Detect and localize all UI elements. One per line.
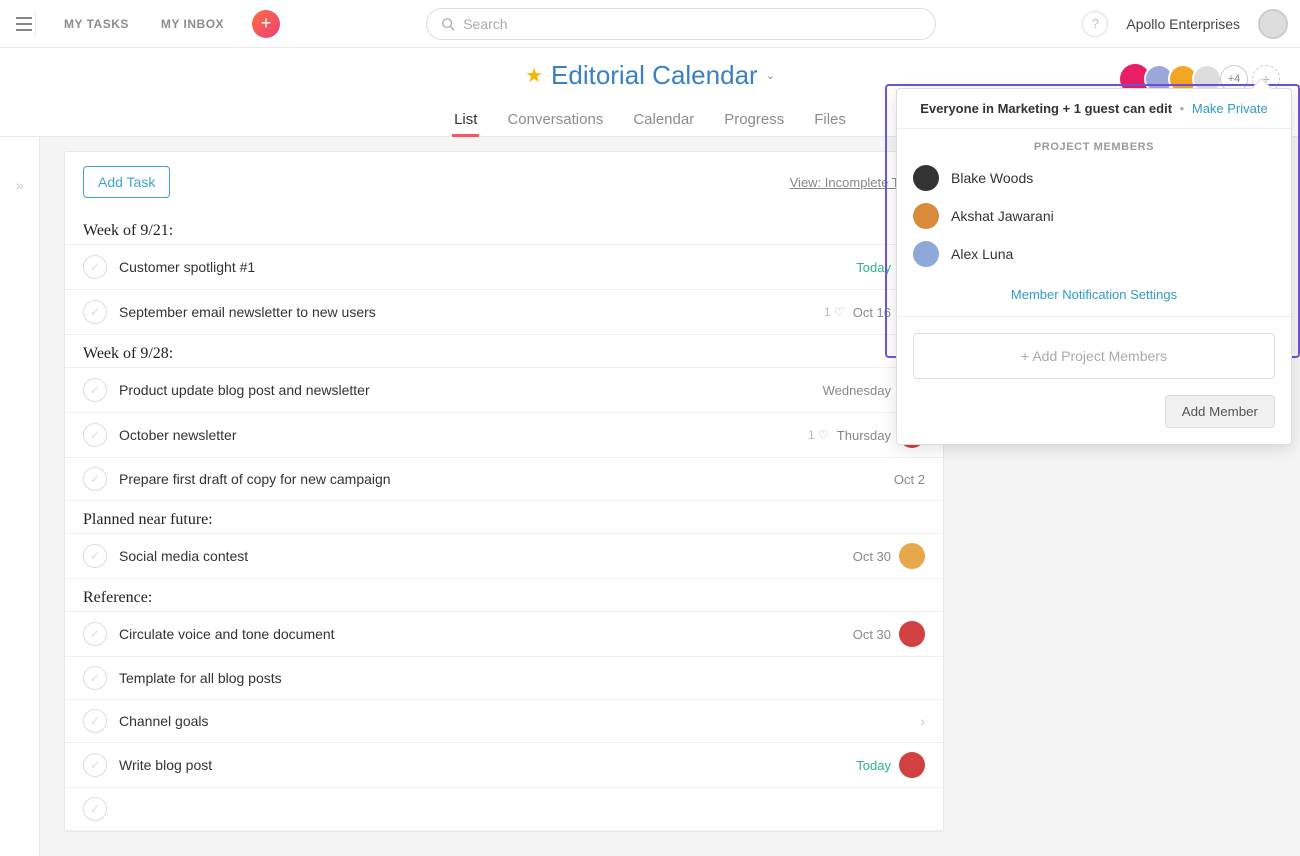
star-icon[interactable]: ★	[525, 63, 543, 88]
section-header[interactable]: Week of 9/28:	[65, 335, 943, 368]
add-task-button[interactable]: Add Task	[83, 166, 170, 198]
task-row[interactable]: ✓ Template for all blog posts	[65, 657, 943, 700]
complete-checkbox[interactable]: ✓	[83, 255, 107, 279]
due-date: Wednesday	[823, 383, 891, 398]
sidebar-collapsed[interactable]: »	[0, 137, 40, 856]
task-row[interactable]: ✓ Social media contest Oct 30	[65, 534, 943, 579]
member-name: Alex Luna	[951, 246, 1013, 262]
task-row[interactable]: ✓ Prepare first draft of copy for new cam…	[65, 458, 943, 501]
quick-add-button[interactable]: +	[252, 10, 280, 38]
task-meta: Today	[856, 752, 925, 778]
task-row[interactable]: ✓ Circulate voice and tone document Oct 30	[65, 612, 943, 657]
add-member-button[interactable]: Add Member	[1165, 395, 1275, 428]
project-title[interactable]: Editorial Calendar	[551, 60, 758, 91]
member-name: Blake Woods	[951, 170, 1033, 186]
add-members-input[interactable]: + Add Project Members	[913, 333, 1275, 379]
task-title: Prepare first draft of copy for new camp…	[119, 471, 882, 487]
task-row[interactable]: ✓ Write blog post Today	[65, 743, 943, 788]
due-date: Thursday	[837, 428, 891, 443]
task-title: Template for all blog posts	[119, 670, 913, 686]
task-meta: Oct 30	[853, 543, 925, 569]
task-title: Write blog post	[119, 757, 844, 773]
tab-list[interactable]: List	[452, 103, 479, 136]
tab-progress[interactable]: Progress	[722, 103, 786, 136]
popover-header: Everyone in Marketing + 1 guest can edit…	[897, 89, 1291, 129]
task-row[interactable]: ✓ Customer spotlight #1 Today	[65, 245, 943, 290]
expand-icon[interactable]: »	[16, 177, 24, 193]
chevron-down-icon[interactable]: ⌄	[766, 69, 775, 82]
workspace-name[interactable]: Apollo Enterprises	[1126, 16, 1240, 32]
user-avatar[interactable]	[1258, 9, 1288, 39]
member-name: Akshat Jawarani	[951, 208, 1054, 224]
member-avatar	[913, 241, 939, 267]
search-input[interactable]: Search	[426, 8, 936, 40]
nav-my-tasks[interactable]: MY TASKS	[52, 17, 141, 31]
due-date: Today	[856, 758, 891, 773]
task-title: September email newsletter to new users	[119, 304, 812, 320]
task-row[interactable]: ✓ Product update blog post and newsletter…	[65, 368, 943, 413]
search-icon	[441, 17, 455, 31]
complete-checkbox[interactable]: ✓	[83, 300, 107, 324]
complete-checkbox[interactable]: ✓	[83, 709, 107, 733]
due-date: Oct 30	[853, 549, 891, 564]
complete-checkbox[interactable]: ✓	[83, 753, 107, 777]
task-title: October newsletter	[119, 427, 796, 443]
member-list[interactable]: Blake WoodsAkshat JawaraniAlex LunaJessi…	[897, 159, 1291, 279]
complete-checkbox[interactable]: ✓	[83, 423, 107, 447]
assignee-avatar[interactable]	[899, 752, 925, 778]
member-row[interactable]: Akshat Jawarani	[913, 197, 1275, 235]
search-placeholder: Search	[463, 16, 507, 32]
member-avatar	[913, 165, 939, 191]
topbar: MY TASKS MY INBOX + Search ? Apollo Ente…	[0, 0, 1300, 48]
nav-my-inbox[interactable]: MY INBOX	[149, 17, 236, 31]
due-date: Oct 2	[894, 472, 925, 487]
task-title: Social media contest	[119, 548, 841, 564]
complete-checkbox[interactable]: ✓	[83, 544, 107, 568]
task-title: Channel goals	[119, 713, 908, 729]
complete-checkbox[interactable]: ✓	[83, 622, 107, 646]
tab-calendar[interactable]: Calendar	[631, 103, 696, 136]
popover-label: PROJECT MEMBERS	[897, 129, 1291, 159]
due-date: Today	[856, 260, 891, 275]
task-title: Circulate voice and tone document	[119, 626, 841, 642]
task-meta: Oct 2	[894, 472, 925, 487]
complete-checkbox[interactable]: ✓	[83, 797, 107, 821]
popover-access-text: Everyone in Marketing + 1 guest can edit	[920, 101, 1172, 116]
task-row[interactable]: ✓ Channel goals ›	[65, 700, 943, 743]
chevron-right-icon: ›	[920, 713, 925, 729]
complete-checkbox[interactable]: ✓	[83, 378, 107, 402]
section-header[interactable]: Reference:	[65, 579, 943, 612]
complete-checkbox[interactable]: ✓	[83, 467, 107, 491]
task-pane: Add Task View: Incomplete Tasks Week of …	[64, 151, 944, 832]
task-meta: Oct 30	[853, 621, 925, 647]
tab-files[interactable]: Files	[812, 103, 848, 136]
project-header: ★ Editorial Calendar ⌄ +4 + Everyone in …	[0, 48, 1300, 137]
make-private-link[interactable]: Make Private	[1192, 101, 1268, 116]
task-meta: ›	[920, 713, 925, 729]
section-header[interactable]: Planned near future:	[65, 501, 943, 534]
members-popover: Everyone in Marketing + 1 guest can edit…	[896, 88, 1292, 445]
notification-settings-link[interactable]: Member Notification Settings	[897, 279, 1291, 317]
assignee-avatar[interactable]	[899, 543, 925, 569]
assignee-avatar[interactable]	[899, 621, 925, 647]
help-button[interactable]: ?	[1082, 11, 1108, 37]
task-title: Product update blog post and newsletter	[119, 382, 811, 398]
member-row[interactable]: Alex Luna	[913, 235, 1275, 273]
complete-checkbox[interactable]: ✓	[83, 666, 107, 690]
section-header[interactable]: Week of 9/21:	[65, 212, 943, 245]
tab-conversations[interactable]: Conversations	[505, 103, 605, 136]
task-row[interactable]: ✓	[65, 788, 943, 831]
task-title: Customer spotlight #1	[119, 259, 844, 275]
due-date: Oct 16	[853, 305, 891, 320]
due-date: Oct 30	[853, 627, 891, 642]
task-row[interactable]: ✓ October newsletter 1 ♡ Thursday	[65, 413, 943, 458]
member-avatar	[913, 203, 939, 229]
like-count[interactable]: 1 ♡	[808, 428, 829, 442]
like-count[interactable]: 1 ♡	[824, 305, 845, 319]
task-row[interactable]: ✓ September email newsletter to new users…	[65, 290, 943, 335]
menu-icon[interactable]	[12, 12, 36, 36]
member-row[interactable]: Blake Woods	[913, 159, 1275, 197]
